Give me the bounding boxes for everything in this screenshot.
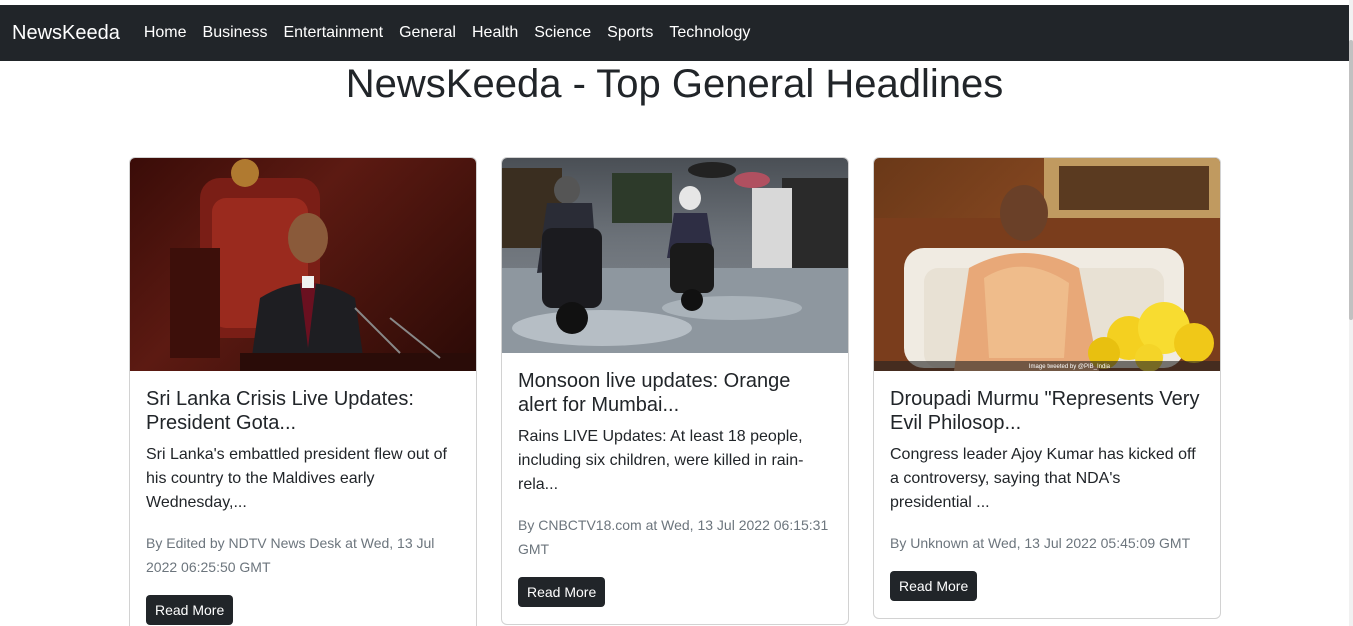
nav-link-business[interactable]: Business <box>203 24 268 42</box>
news-description: Sri Lanka's embattled president flew out… <box>146 446 447 511</box>
news-title[interactable]: Monsoon live updates: Orange alert for M… <box>518 369 832 417</box>
news-card: Sri Lanka Crisis Live Updates: President… <box>129 157 477 626</box>
nav-link-health[interactable]: Health <box>472 24 518 42</box>
nav-link-technology[interactable]: Technology <box>669 24 750 42</box>
card-body: Sri Lanka Crisis Live Updates: President… <box>130 371 476 626</box>
news-image-monsoon <box>502 158 848 353</box>
page-scrollbar[interactable] <box>1349 0 1353 626</box>
read-more-button[interactable]: Read More <box>890 571 978 601</box>
nav-link-general[interactable]: General <box>399 24 456 42</box>
news-title[interactable]: Droupadi Murmu "Represents Very Evil Phi… <box>890 387 1204 435</box>
news-meta: By CNBCTV18.com at Wed, 13 Jul 2022 06:1… <box>518 517 829 557</box>
nav-link-home[interactable]: Home <box>144 24 187 42</box>
nav-link-science[interactable]: Science <box>534 24 591 42</box>
news-card: Image tweeted by @PIB_India Droupadi Mur… <box>873 157 1221 619</box>
news-image-droupadi-murmu: Image tweeted by @PIB_India <box>874 158 1220 371</box>
news-meta: By Unknown at Wed, 13 Jul 2022 05:45:09 … <box>890 535 1191 551</box>
news-description: Congress leader Ajoy Kumar has kicked of… <box>890 446 1196 511</box>
card-body: Droupadi Murmu "Represents Very Evil Phi… <box>874 371 1220 617</box>
news-description: Rains LIVE Updates: At least 18 people, … <box>518 428 804 493</box>
scrollbar-thumb[interactable] <box>1349 40 1353 320</box>
nav-link-entertainment[interactable]: Entertainment <box>283 24 383 42</box>
read-more-button[interactable]: Read More <box>518 577 606 607</box>
navbar: NewsKeeda Home Business Entertainment Ge… <box>0 5 1349 61</box>
news-image-sri-lanka <box>130 158 476 371</box>
brand-link[interactable]: NewsKeeda <box>12 22 120 45</box>
card-body: Monsoon live updates: Orange alert for M… <box>502 353 848 623</box>
read-more-button[interactable]: Read More <box>146 595 234 625</box>
page-title: NewsKeeda - Top General Headlines <box>345 62 1004 106</box>
nav-links: Home Business Entertainment General Heal… <box>144 24 767 42</box>
news-title[interactable]: Sri Lanka Crisis Live Updates: President… <box>146 387 460 435</box>
image-caption: Image tweeted by @PIB_India <box>1028 364 1110 370</box>
nav-link-sports[interactable]: Sports <box>607 24 653 42</box>
news-meta: By Edited by NDTV News Desk at Wed, 13 J… <box>146 535 435 575</box>
news-card: Monsoon live updates: Orange alert for M… <box>501 157 849 625</box>
